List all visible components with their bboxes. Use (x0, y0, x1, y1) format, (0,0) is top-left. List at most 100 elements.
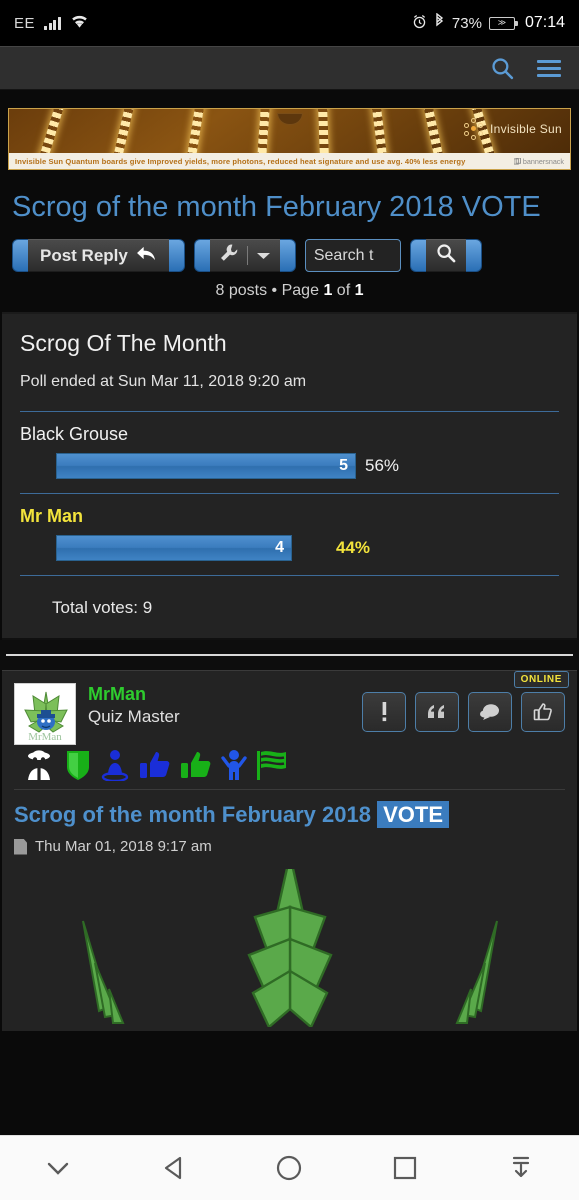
report-button[interactable] (362, 692, 406, 732)
sun-dots-icon (463, 118, 485, 140)
comment-button[interactable] (468, 692, 512, 732)
poll-ended-text: Poll ended at Sun Mar 11, 2018 9:20 am (20, 373, 307, 390)
post-header: MrMan MrMan Quiz Master ONLINE (2, 671, 577, 745)
post-subject-vote-tag: VOTE (377, 801, 449, 828)
post-action-buttons (362, 683, 565, 745)
back-icon[interactable] (145, 1145, 203, 1191)
checkered-flag-icon (256, 749, 290, 781)
search-icon[interactable] (490, 56, 515, 81)
chevron-down-icon[interactable] (256, 246, 271, 266)
post-date-row: Thu Mar 01, 2018 9:17 am (2, 828, 577, 855)
user-badges (2, 745, 577, 781)
poll-title: Scrog Of The Month (20, 330, 227, 356)
carrier-label: EE (14, 14, 36, 32)
advert-banner-wrapper[interactable]: Invisible Sun Invisible Sun Quantum boar… (0, 90, 579, 170)
poll-bar-1: 4 (56, 535, 292, 561)
status-bar-left: EE (14, 14, 89, 33)
poll-percent-0: 56% (365, 456, 400, 475)
pedestal-person-icon (100, 749, 130, 781)
separator-dot: • (271, 282, 278, 299)
poster-username[interactable]: MrMan (88, 683, 180, 705)
page-prefix-label: Page (281, 282, 319, 299)
status-bar: EE 73% ≫ 07:14 (0, 0, 579, 46)
pill-cap-right (279, 239, 296, 272)
document-icon (14, 838, 27, 855)
site-nav-bar (0, 46, 579, 90)
post-content (2, 869, 577, 1027)
poll-panel: Scrog Of The Month Poll ended at Sun Mar… (2, 312, 577, 640)
poster-info: MrMan Quiz Master (76, 683, 180, 745)
banner-watermark-label: bannersnack (522, 157, 564, 166)
status-bar-right: 73% ≫ 07:14 (412, 12, 565, 33)
section-divider (0, 640, 579, 670)
poll-divider (20, 493, 559, 494)
shield-icon (65, 749, 91, 781)
pill-cap-left (12, 239, 28, 272)
wifi-icon (70, 14, 89, 33)
post-reply-label: Post Reply (40, 245, 128, 265)
lamp-knob-icon (276, 113, 303, 125)
pill-cap-right (168, 239, 185, 272)
poll-bar-0: 5 (56, 453, 356, 479)
phone-screen: EE 73% ≫ 07:14 Invisible Sun Invisible S… (0, 0, 579, 1200)
post-date-label: Thu Mar 01, 2018 9:17 am (35, 838, 212, 855)
post-image-leaves (2, 869, 577, 1027)
battery-percent-label: 73% (451, 14, 482, 32)
search-submit-body[interactable] (425, 239, 466, 272)
topic-tools-body[interactable] (209, 239, 280, 272)
status-badge: ONLINE (513, 671, 569, 688)
pill-cap-left (193, 239, 210, 272)
banner-caption-bar: Invisible Sun Quantum boards give Improv… (9, 153, 570, 169)
leaf-center-icon (246, 869, 333, 1027)
post-subject[interactable]: Scrog of the month February 2018 VOTE (2, 790, 577, 828)
banner-artwork: Invisible Sun (9, 109, 570, 153)
topic-toolbar: Post Reply Search t (0, 233, 579, 272)
post-subject-text: Scrog of the month February 2018 (14, 802, 371, 827)
collapse-keyboard-icon[interactable] (492, 1145, 550, 1191)
banner-watermark: bannersnack (513, 157, 564, 166)
topic-tools-button[interactable] (193, 239, 296, 272)
thumbs-up-green-icon (180, 750, 212, 780)
android-navigation-bar (0, 1135, 579, 1200)
alarm-icon (412, 14, 427, 33)
post-item: MrMan MrMan Quiz Master ONLINE Scrog of … (2, 670, 577, 1031)
battery-icon: ≫ (488, 16, 518, 30)
cheering-person-icon (221, 749, 247, 781)
like-button[interactable] (521, 692, 565, 732)
chevron-down-icon[interactable] (29, 1145, 87, 1191)
poll-divider (20, 575, 559, 576)
recents-icon[interactable] (376, 1145, 434, 1191)
post-reply-button[interactable]: Post Reply (12, 239, 185, 272)
page-current-label: 1 (323, 282, 333, 299)
search-submit-button[interactable] (409, 239, 482, 272)
thumbs-up-blue-icon (139, 750, 171, 780)
pill-cap-left (409, 239, 426, 272)
signal-bars-icon (44, 16, 61, 30)
poll-percent-1: 44% (336, 538, 371, 557)
post-reply-body[interactable]: Post Reply (28, 239, 169, 272)
poll-divider (20, 411, 559, 412)
avatar[interactable]: MrMan (14, 683, 76, 745)
wrench-icon (219, 243, 239, 268)
invisible-sun-logo: Invisible Sun (463, 118, 562, 140)
poll-option-label-0: Black Grouse (20, 424, 129, 444)
search-input[interactable]: Search t (304, 239, 401, 272)
reply-arrow-icon (136, 245, 157, 267)
magnifier-icon (435, 242, 457, 269)
post-count-line: 8 posts • Page 1 of 1 (0, 272, 579, 312)
advert-banner[interactable]: Invisible Sun Invisible Sun Quantum boar… (8, 108, 571, 170)
hamburger-menu-icon[interactable] (537, 59, 561, 77)
quote-button[interactable] (415, 692, 459, 732)
page-of-label: of (336, 282, 351, 299)
page-title: Scrog of the month February 2018 VOTE (12, 191, 541, 223)
leaf-right-icon (455, 920, 498, 1024)
poll-total-votes: Total votes: 9 (52, 598, 153, 617)
page-total-label: 1 (354, 282, 364, 299)
poll-option-row-0: 5 56% (20, 453, 559, 493)
poll-option-label-1: Mr Man (20, 506, 83, 526)
home-icon[interactable] (260, 1145, 318, 1191)
poll-option-row-1: 4 44% (20, 535, 559, 575)
detective-icon (22, 749, 56, 781)
pill-cap-right (465, 239, 482, 272)
leaf-left-icon (81, 920, 124, 1024)
